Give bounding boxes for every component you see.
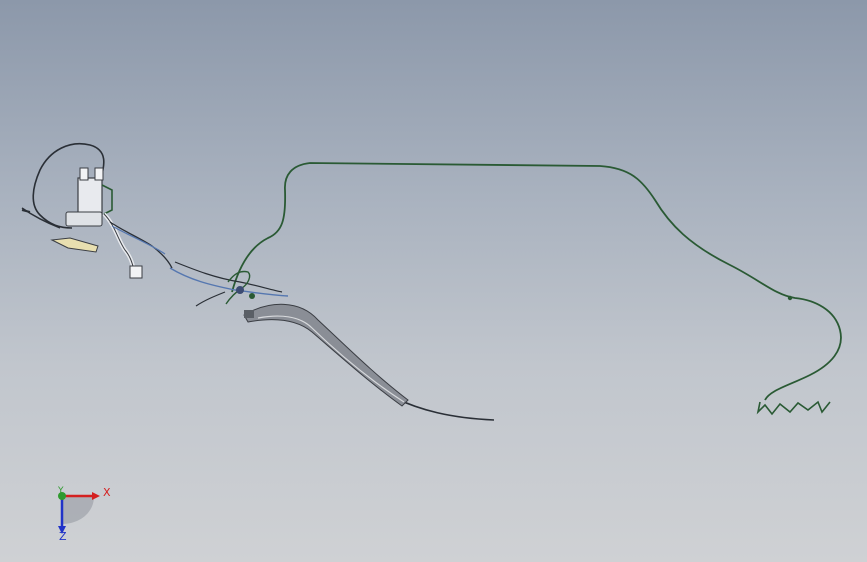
triad-x-label: X — [103, 486, 111, 499]
triad-z-label: Z — [59, 530, 67, 543]
cad-viewport[interactable]: X Y Z — [0, 0, 867, 562]
trim-strip-part — [243, 303, 409, 407]
harness-clip — [787, 295, 793, 301]
module-box — [77, 177, 103, 217]
harness-end-connector — [756, 400, 831, 416]
triad-y-label: Y — [58, 486, 64, 496]
left-module — [21, 143, 173, 279]
harness-main-branch — [231, 162, 842, 401]
harness-tail-wire — [394, 397, 495, 421]
wiring-harness-model[interactable] — [0, 0, 867, 562]
triad-shadow — [62, 496, 94, 524]
module-bracket — [50, 237, 99, 253]
